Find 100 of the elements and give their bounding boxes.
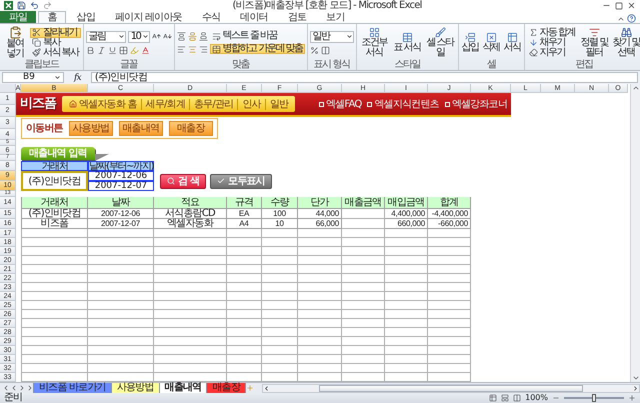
vertical-scrollbar[interactable] — [630, 84, 640, 382]
table-cell — [385, 274, 428, 283]
close-icon[interactable] — [627, 1, 636, 10]
underline-icon — [108, 46, 117, 54]
sheet-tab[interactable]: 사용방법 — [110, 382, 160, 394]
client-input-cell[interactable]: (주)인비닷컴 — [21, 171, 88, 191]
cut-button[interactable]: 잘라내기 — [30, 28, 81, 38]
nav-link[interactable]: 인사 — [237, 98, 265, 110]
wrap-text-button[interactable]: 텍스트 줄 바꿈 — [210, 31, 305, 41]
find-select-button[interactable]: 찾기 및 선택 — [611, 27, 640, 58]
style-button[interactable]: 표 서식 — [392, 32, 423, 53]
table-cell: 66,000 — [298, 219, 342, 229]
ribbon-tab[interactable]: 홈 — [38, 11, 66, 23]
table-cell — [428, 346, 471, 355]
table-cell — [342, 310, 385, 319]
merge-center-button[interactable]: 병합하고 가운데 맞춤 — [210, 44, 305, 54]
scroll-down-icon[interactable] — [632, 374, 640, 382]
banner-link[interactable]: 엑셀FAQ — [319, 98, 362, 110]
nav-button[interactable]: 사용방법 — [68, 121, 113, 136]
table-cell — [428, 265, 471, 274]
scroll-up-icon[interactable] — [632, 84, 640, 92]
date-cell[interactable]: 2007-12-07 — [88, 181, 154, 191]
insert-rows-icon — [464, 32, 476, 43]
table-icon — [506, 32, 518, 43]
cells-button[interactable]: 삭제 — [482, 32, 501, 53]
nav-link[interactable]: 세무/회계 — [140, 98, 189, 110]
table-cell — [342, 364, 385, 373]
table-cell — [298, 247, 342, 256]
formula-field[interactable]: (주)인비닷컴 — [90, 72, 638, 83]
clear-button[interactable]: 지우기 — [526, 48, 578, 58]
style-button[interactable]: 조건부 서식 — [358, 27, 390, 58]
maximize-icon[interactable] — [615, 2, 623, 10]
table-cell — [298, 364, 342, 373]
undo-icon[interactable] — [30, 1, 39, 10]
font-size-dropdown[interactable]: 10 — [128, 30, 150, 42]
table-cell — [88, 310, 154, 319]
nav-button[interactable]: 매출장 — [168, 121, 213, 136]
nav-link[interactable]: 엑셀자동화 홈 — [65, 98, 141, 110]
table-cell — [262, 346, 298, 355]
table-cell — [262, 229, 298, 238]
font-name-dropdown[interactable]: 굴림 — [86, 30, 126, 42]
table-cell — [385, 337, 428, 346]
name-box[interactable]: B9 — [2, 72, 64, 83]
wrap-text-icon — [212, 32, 221, 40]
ribbon-tab[interactable]: 검토 — [278, 11, 316, 23]
table-cell — [428, 337, 471, 346]
cells-button[interactable]: 서식 — [502, 32, 522, 53]
ribbon-tab[interactable]: 수식 — [192, 11, 230, 23]
table-cell — [428, 292, 471, 301]
table-cell — [385, 265, 428, 274]
banner-link[interactable]: 엑셀강좌코너 — [444, 98, 507, 110]
banner-link[interactable]: 엑셀지식컨텐츠 — [367, 98, 439, 110]
table-cell — [227, 238, 262, 247]
scroll-left-icon[interactable] — [263, 384, 270, 392]
date-cell[interactable]: 2007-12-06 — [88, 171, 154, 181]
table-cell — [428, 364, 471, 373]
style-button[interactable]: 셀 스타일 — [424, 27, 456, 58]
ribbon-tab[interactable]: 데이터 — [231, 11, 277, 23]
nav-link[interactable]: 일반 — [264, 98, 292, 110]
table-cell — [21, 229, 88, 238]
help-icon[interactable] — [627, 14, 636, 23]
sort-filter-button[interactable]: 정렬 및 필터 — [579, 27, 610, 58]
table-cell — [262, 265, 298, 274]
table-cell — [298, 283, 342, 292]
table-cell — [342, 247, 385, 256]
fill-button[interactable]: 채우기 — [526, 38, 578, 48]
column-heading: 규격 — [227, 197, 262, 209]
save-icon[interactable] — [17, 1, 26, 10]
search-button[interactable]: 검 색 — [160, 174, 206, 188]
column-heading: 날짜 — [88, 197, 154, 209]
table-cell — [298, 310, 342, 319]
section-title: 매출내역 입력 — [21, 147, 95, 160]
ribbon-tab[interactable]: 페이지 레이아웃 — [106, 11, 191, 23]
ribbon-tab[interactable]: 보기 — [317, 11, 354, 23]
file-tab[interactable]: 파일 — [0, 11, 36, 23]
table-cell — [298, 301, 342, 310]
group-label: 맞춤 — [232, 60, 250, 70]
collapse-ribbon-icon[interactable] — [617, 15, 625, 23]
nav-button[interactable]: 매출내역 — [118, 121, 163, 136]
redo-icon[interactable] — [43, 1, 52, 10]
table-cell — [428, 328, 471, 337]
number-format-dropdown[interactable]: 일반 — [310, 30, 354, 42]
nav-link[interactable]: 총무/관리 — [188, 98, 238, 110]
table-cell — [88, 292, 154, 301]
table-cell: 44,000 — [298, 209, 342, 219]
zoom-thumb[interactable] — [592, 394, 596, 402]
table-cell — [385, 292, 428, 301]
sheet-tab[interactable]: 매출내역 — [158, 382, 208, 394]
home-icon — [69, 100, 77, 108]
autosum-button[interactable]: 자동 합계 — [526, 28, 578, 38]
horizontal-scrollbar[interactable] — [262, 384, 640, 392]
function-label[interactable]: fx — [68, 72, 87, 82]
sheet-tab[interactable]: 매출장 — [206, 382, 246, 394]
ribbon-tab[interactable]: 삽입 — [68, 11, 104, 23]
scroll-right-icon[interactable] — [632, 384, 639, 392]
copy-button[interactable]: 복사 — [30, 38, 81, 48]
cells-button[interactable]: 삽입 — [460, 32, 480, 53]
paste-button[interactable]: 붙여넣기 — [2, 26, 28, 59]
sheet-tab[interactable]: 비즈폼 바로가기 — [33, 382, 112, 394]
format-painter-button[interactable]: 서식 복사 — [30, 48, 81, 58]
